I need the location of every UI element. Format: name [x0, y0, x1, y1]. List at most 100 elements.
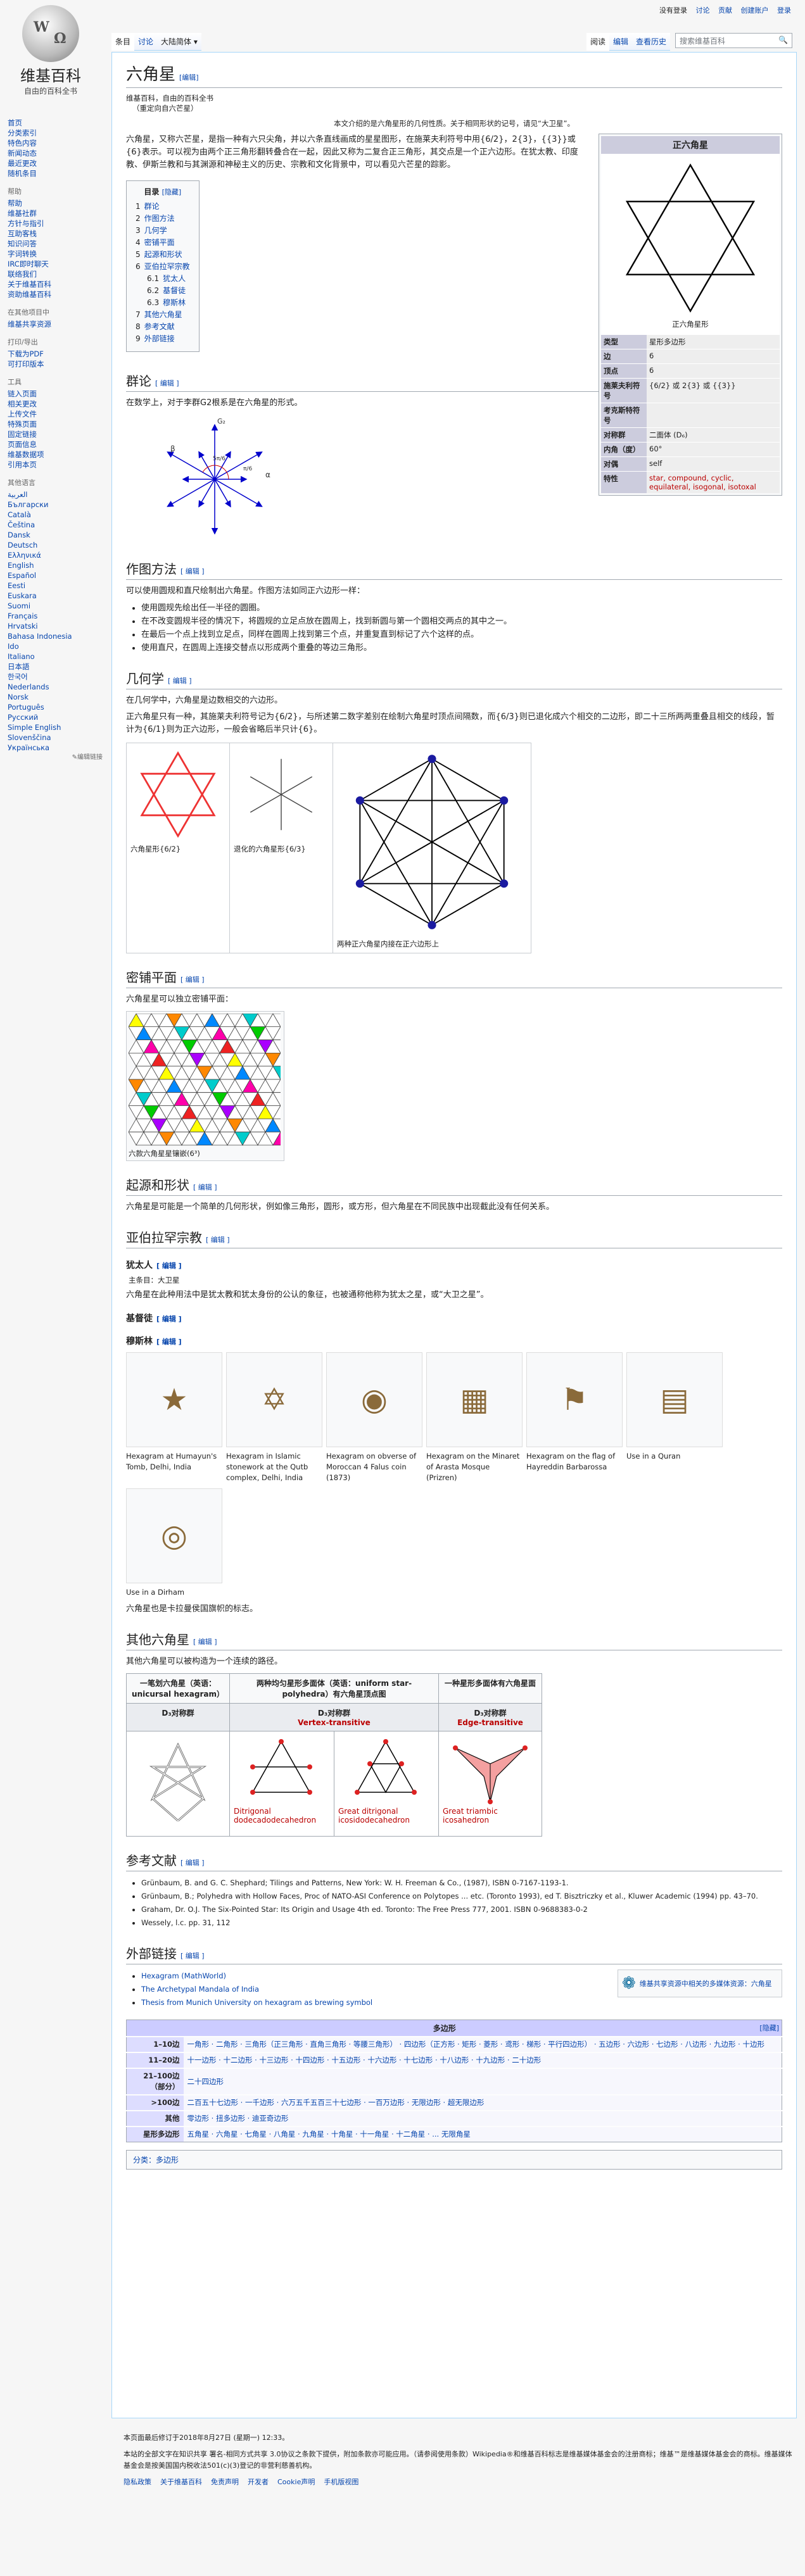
tab-history[interactable]: 查看历史 [632, 33, 671, 51]
login-link[interactable]: 登录 [777, 6, 791, 15]
navbox-list[interactable]: 五角星 · 六角星 · 七角星 · 八角星 · 九角星 · 十角星 · 十一角星… [183, 2126, 782, 2142]
toc-item[interactable]: 4 密铺平面 [136, 237, 190, 249]
variant-dropdown[interactable]: 大陆简体 ▾ [157, 33, 201, 51]
gallery-item[interactable]: ◉ Hexagram on obverse of Moroccan 4 Falus… [326, 1352, 422, 1483]
sidebar-item[interactable]: 首页 [8, 118, 103, 128]
sidebar-item[interactable]: Ido [8, 641, 103, 651]
gallery-image[interactable]: ▦ [426, 1352, 523, 1447]
sidebar-item[interactable]: 知识问答 [8, 239, 103, 249]
edit-link[interactable]: [ 编辑 ] [156, 1315, 182, 1323]
sidebar-item[interactable]: Українська [8, 743, 103, 753]
sidebar-item[interactable]: 最近更改 [8, 158, 103, 168]
toc-item[interactable]: 6.2 基督徒 [136, 285, 190, 297]
navbox-list[interactable]: 二百五十七边形 · 一千边形 · 六万五千五百三十七边形 · 一百万边形 · 无… [183, 2094, 782, 2111]
gallery-item[interactable]: ▦ Hexagram on the Minaret of Arasta Mosqu… [426, 1352, 523, 1483]
sidebar-item[interactable]: Norsk [8, 692, 103, 702]
sidebar-item[interactable]: Português [8, 702, 103, 712]
sidebar-item[interactable]: 下载为PDF [8, 349, 103, 359]
sidebar-item[interactable]: Bahasa Indonesia [8, 631, 103, 641]
footer-link[interactable]: 免责声明 [211, 2478, 239, 2486]
toc-item[interactable]: 5 起源和形状 [136, 249, 190, 261]
sidebar-item[interactable]: Slovenščina [8, 732, 103, 743]
footer-link[interactable]: 关于维基百科 [160, 2478, 202, 2486]
edit-link[interactable]: [ 编辑 ] [156, 1338, 182, 1346]
toc-item[interactable]: 6.3 穆斯林 [136, 297, 190, 309]
sidebar-item[interactable]: العربية [8, 489, 103, 499]
sidebar-item[interactable]: 维基社群 [8, 208, 103, 218]
tab-article[interactable]: 条目 [111, 33, 135, 51]
sidebar-item[interactable]: 链入页面 [8, 389, 103, 399]
gallery-item[interactable]: ⚑ Hexagram on the flag of Hayreddin Barba… [526, 1352, 623, 1483]
sidebar-item[interactable]: Русский [8, 712, 103, 722]
edit-link[interactable]: [ 编辑 ] [181, 1859, 205, 1867]
footer-link[interactable]: Cookie声明 [277, 2478, 315, 2486]
sidebar-item[interactable]: 固定链接 [8, 429, 103, 439]
sidebar-item[interactable]: Dansk [8, 530, 103, 540]
sidebar-item[interactable]: Čeština [8, 520, 103, 530]
category-link[interactable]: 分类：多边形 [133, 2156, 179, 2164]
sidebar-item[interactable]: 特色内容 [8, 138, 103, 148]
sidebar-item[interactable]: 页面信息 [8, 439, 103, 449]
toc-item[interactable]: 2 作图方法 [136, 213, 190, 225]
sidebar-item[interactable]: 特殊页面 [8, 419, 103, 429]
sidebar-item[interactable]: 维基数据项 [8, 449, 103, 460]
edit-links-button[interactable]: ✎编辑链接 [8, 753, 103, 763]
edit-link[interactable]: [ 编辑 ] [156, 1262, 182, 1270]
sidebar-item[interactable]: 随机条目 [8, 168, 103, 179]
navbox-hide-button[interactable]: [隐藏] [759, 2023, 779, 2033]
sidebar-item[interactable]: Simple English [8, 722, 103, 732]
sidebar-item[interactable]: 资助维基百科 [8, 289, 103, 299]
sidebar-item[interactable]: Nederlands [8, 682, 103, 692]
wikipedia-logo[interactable]: WΩ 维基百科 自由的百科全书 [13, 5, 89, 96]
sidebar-item[interactable]: 分类索引 [8, 128, 103, 138]
sidebar-item[interactable]: 关于维基百科 [8, 279, 103, 289]
toc-hide-button[interactable]: [隐藏] [162, 188, 182, 196]
sidebar-item[interactable]: 相关更改 [8, 399, 103, 409]
sidebar-item[interactable]: 帮助 [8, 198, 103, 208]
toc-item[interactable]: 6.1 犹太人 [136, 273, 190, 285]
footer-link[interactable]: 开发者 [248, 2478, 269, 2486]
sidebar-item[interactable]: Suomi [8, 601, 103, 611]
sidebar-item[interactable]: 上传文件 [8, 409, 103, 419]
sidebar-item[interactable]: 方针与指引 [8, 218, 103, 229]
edit-title-link[interactable]: [编辑] [179, 73, 199, 82]
tab-talk[interactable]: 讨论 [134, 33, 158, 51]
gallery-image[interactable]: ★ [126, 1352, 222, 1447]
navbox-list[interactable]: 十一边形 · 十二边形 · 十三边形 · 十四边形 · 十五边形 · 十六边形 … [183, 2052, 782, 2068]
sidebar-item[interactable]: 维基共享资源 [8, 319, 103, 329]
toc-item[interactable]: 6 亚伯拉罕宗教 [136, 261, 190, 273]
footer-link[interactable]: 手机版视图 [324, 2478, 358, 2486]
sidebar-item[interactable]: Български [8, 499, 103, 510]
edit-link[interactable]: [ 编辑 ] [168, 677, 192, 685]
sidebar-item[interactable]: Eesti [8, 581, 103, 591]
sidebar-item[interactable]: English [8, 560, 103, 570]
sidebar-item[interactable]: Hrvatski [8, 621, 103, 631]
toc-item[interactable]: 9 外部链接 [136, 333, 190, 345]
external-link-item[interactable]: Thesis from Munich University on hexagra… [141, 1996, 782, 2009]
sidebar-item[interactable]: 引用本页 [8, 460, 103, 470]
gallery-item[interactable]: ★ Hexagram at Humayun's Tomb, Delhi, Indi… [126, 1352, 222, 1483]
sidebar-item[interactable]: 互助客栈 [8, 229, 103, 239]
sidebar-item[interactable]: 日本語 [8, 662, 103, 672]
edit-link[interactable]: [ 编辑 ] [206, 1236, 230, 1244]
sidebar-item[interactable]: Deutsch [8, 540, 103, 550]
sidebar-item[interactable]: 新闻动态 [8, 148, 103, 158]
edit-link[interactable]: [ 编辑 ] [193, 1638, 217, 1646]
sidebar-item[interactable]: IRC即时聊天 [8, 259, 103, 269]
sidebar-item[interactable]: 字词转换 [8, 249, 103, 259]
sidebar-item[interactable]: Català [8, 510, 103, 520]
sidebar-item[interactable]: 可打印版本 [8, 359, 103, 369]
gallery-image[interactable]: ▤ [626, 1352, 723, 1447]
navbox-list[interactable]: 零边形 · 扭多边形 · 迪亚奇边形 [183, 2110, 782, 2127]
edit-link[interactable]: [ 编辑 ] [193, 1183, 217, 1191]
navbox-list[interactable]: 二十四边形 [183, 2068, 782, 2095]
contributions-link[interactable]: 贡献 [718, 6, 732, 15]
gallery-item[interactable]: ▤ Use in a Quran [626, 1352, 723, 1483]
edit-link[interactable]: [ 编辑 ] [155, 379, 179, 387]
sidebar-item[interactable]: Ελληνικά [8, 550, 103, 560]
tab-read[interactable]: 阅读 [586, 33, 610, 51]
sidebar-item[interactable]: Français [8, 611, 103, 621]
gallery-image[interactable]: ⚑ [526, 1352, 623, 1447]
sidebar-item[interactable]: Euskara [8, 591, 103, 601]
toc-item[interactable]: 1 群论 [136, 201, 190, 213]
